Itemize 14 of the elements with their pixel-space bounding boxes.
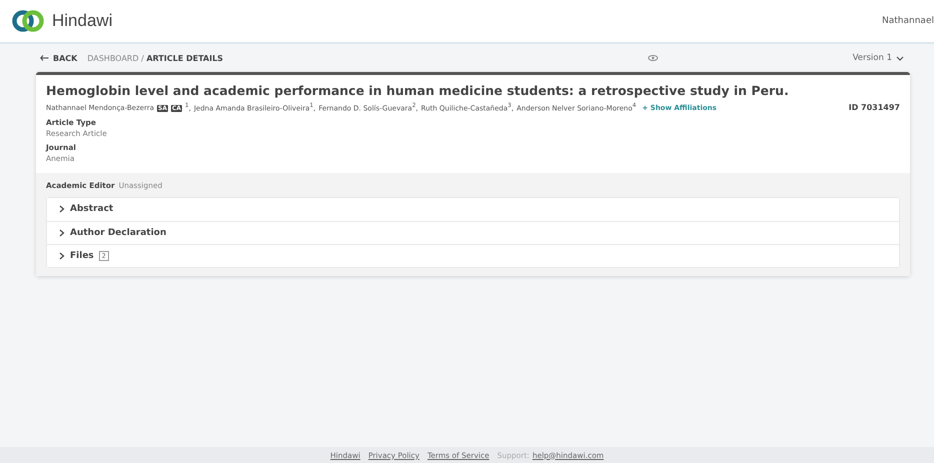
eye-icon[interactable] (648, 55, 658, 61)
chevron-down-icon (896, 56, 904, 60)
version-dropdown[interactable]: Version 1 (852, 53, 904, 63)
chevron-right-icon (59, 205, 65, 214)
user-menu[interactable]: Nathannael (882, 16, 934, 26)
arrow-left-icon (40, 55, 49, 61)
article-id: ID 7031497 (848, 103, 900, 112)
brand-name: Hindawi (52, 11, 112, 31)
breadcrumb[interactable]: DASHBOARD / ARTICLE DETAILS (87, 54, 224, 62)
chevron-right-icon (59, 252, 65, 260)
back-link[interactable]: BACK (40, 54, 78, 62)
logo-icon (12, 8, 44, 34)
article-title: Hemoglobin level and academic performance in human medicine students: a retrospective study in Peru. (46, 83, 790, 98)
chevron-right-icon (59, 228, 65, 237)
